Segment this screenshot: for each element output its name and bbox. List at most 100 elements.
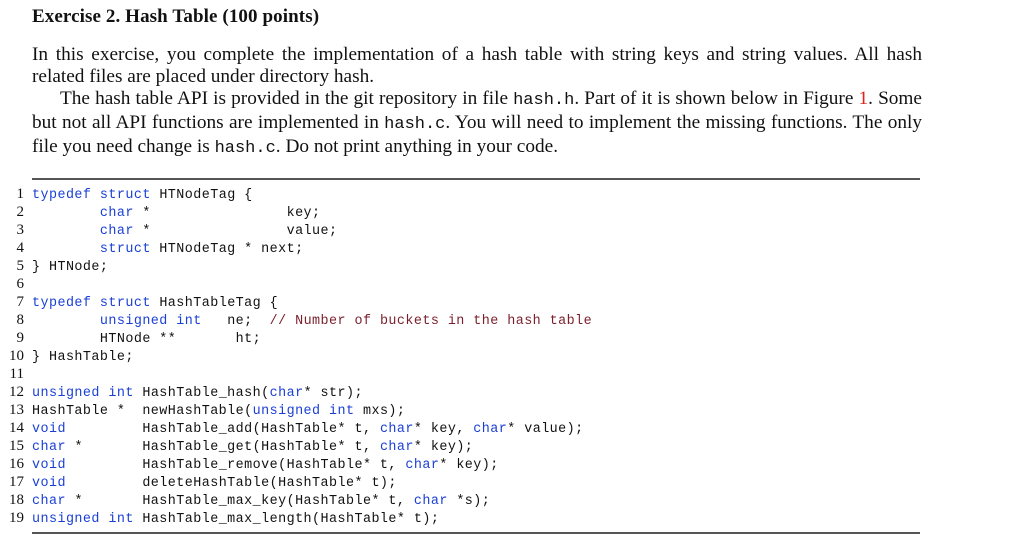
code-text: } HashTable; [32,350,134,365]
code-line: 3 char * value; [0,221,592,239]
line-number: 12 [9,384,24,400]
code-line: 1 typedef struct HTNodeTag { [0,185,592,203]
line-number: 16 [9,456,24,472]
code-text: HTNodeTag { [150,188,253,203]
code-keyword: char [405,458,440,473]
line-number: 9 [16,330,25,346]
code-line: 7 typedef struct HashTableTag { [0,293,592,311]
code-keyword: typedef [32,188,92,203]
api-text-5: . Do not print anything in your code. [275,136,559,157]
code-keyword: char [32,494,66,509]
code-keyword: void [32,476,66,491]
code-text: ne; [201,314,270,329]
code-text: * HashTable_get(HashTable* t, [65,440,380,455]
code-text: HTNodeTag * next; [150,242,304,257]
file-name-hash-c: hash.c [384,115,446,134]
figure-reference-link[interactable]: 1 [859,88,869,109]
line-number: 10 [9,348,24,364]
code-keyword: typedef [32,296,92,311]
code-keyword: struct [99,296,151,311]
line-number: 7 [16,294,25,310]
api-text-2: . Part of it is shown below in Figure [574,88,859,109]
file-name-hash-c: hash.c [214,139,276,158]
line-number: 11 [9,366,24,382]
code-keyword: char [473,422,508,437]
code-text: * key, [413,422,474,437]
code-text: HashTableTag { [150,296,279,311]
code-keyword: char [413,494,448,509]
code-text: HashTable * newHashTable( [32,404,253,419]
exercise-heading: Exercise 2. Hash Table (100 points) [32,6,320,27]
code-text: HashTable_add(HashTable* t, [65,422,380,437]
code-text: deleteHashTable(HashTable* t); [65,476,397,491]
code-listing-top-rule [32,178,920,180]
code-keyword: char [99,224,134,239]
code-line: 17 void deleteHashTable(HashTable* t); [0,473,592,491]
code-keyword: unsigned int [99,314,202,329]
code-keyword: char [269,386,304,401]
line-number: 6 [16,276,25,292]
code-line: 11 [0,365,592,383]
code-line: 2 char * key; [0,203,592,221]
code-text: } HTNode; [32,260,109,275]
code-line: 9 HTNode ** ht; [0,329,592,347]
code-line: 13 HashTable * newHashTable(unsigned int … [0,401,592,419]
line-number: 3 [16,222,25,238]
code-line: 16 void HashTable_remove(HashTable* t, ch… [0,455,592,473]
code-text: * key; [133,206,321,221]
code-text: * HashTable_max_key(HashTable* t, [65,494,414,509]
code-keyword: char [379,422,414,437]
code-listing: 1 typedef struct HTNodeTag {2 char * key;… [0,185,592,527]
api-text-1: The hash table API is provided in the gi… [60,88,514,109]
line-number: 13 [9,402,24,418]
code-keyword: char [99,206,134,221]
line-number: 5 [16,258,25,274]
code-line: 15 char * HashTable_get(HashTable* t, cha… [0,437,592,455]
intro-paragraph: In this exercise, you complete the imple… [32,44,922,87]
line-number: 15 [9,438,24,454]
code-line: 4 struct HTNodeTag * next; [0,239,592,257]
line-number: 17 [9,474,24,490]
line-number: 4 [16,240,25,256]
code-line: 10 } HashTable; [0,347,592,365]
line-number: 8 [16,312,25,328]
code-keyword: unsigned int [252,404,355,419]
code-text: * value); [507,422,584,437]
code-text: HashTable_max_length(HashTable* t); [133,512,440,527]
code-text: * key); [439,458,499,473]
code-text: HashTable_hash( [133,386,270,401]
code-line: 6 [0,275,592,293]
code-comment: // Number of buckets in the hash table [269,314,593,329]
code-keyword: void [32,422,66,437]
code-line: 18 char * HashTable_max_key(HashTable* t,… [0,491,592,509]
code-line: 5 } HTNode; [0,257,592,275]
code-text: HTNode ** ht; [32,332,262,347]
line-number: 1 [16,186,25,202]
code-keyword: unsigned int [32,512,134,527]
code-line: 19 unsigned int HashTable_max_length(Hash… [0,509,592,527]
code-text: mxs); [354,404,406,419]
code-text: *s); [447,494,491,509]
code-keyword: unsigned int [32,386,134,401]
code-text: * value; [133,224,338,239]
code-keyword: char [32,440,66,455]
code-text: * key); [413,440,474,455]
code-text: HashTable_remove(HashTable* t, [65,458,406,473]
line-number: 19 [9,510,24,526]
api-paragraph: The hash table API is provided in the gi… [32,88,922,160]
code-text: * str); [303,386,363,401]
code-keyword: struct [99,242,151,257]
code-keyword: struct [99,188,151,203]
code-line: 8 unsigned int ne; // Number of buckets … [0,311,592,329]
code-line: 12 unsigned int HashTable_hash(char* str)… [0,383,592,401]
file-name-hash-h: hash.h [513,91,575,110]
code-line: 14 void HashTable_add(HashTable* t, char*… [0,419,592,437]
code-keyword: char [379,440,414,455]
code-listing-bottom-rule [32,532,920,534]
